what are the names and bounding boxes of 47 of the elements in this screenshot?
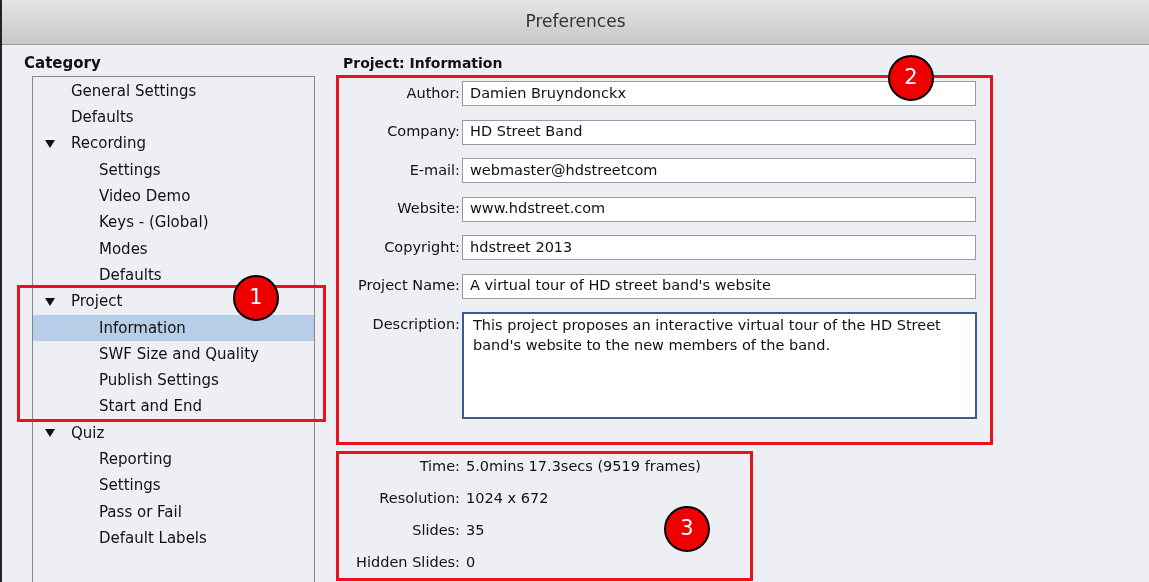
category-item[interactable]: Information xyxy=(33,314,314,341)
description-field[interactable]: This project proposes an interactive virtual tour of the HD Street band's website to the new members of the band. xyxy=(462,312,977,419)
text-field[interactable]: www.hdstreet.com xyxy=(462,196,976,222)
panel-heading: Project: Information xyxy=(343,54,503,73)
category-item[interactable]: Defaults xyxy=(33,104,138,131)
text-field[interactable]: A virtual tour of HD street band's website xyxy=(462,273,976,299)
text-field[interactable]: webmaster@hdstreetcom xyxy=(462,158,976,183)
info-value: 0 xyxy=(466,553,476,573)
text-field[interactable]: HD Street Band xyxy=(462,119,976,145)
category-item[interactable]: Modes xyxy=(33,235,152,263)
category-item[interactable]: Pass or Fail xyxy=(33,498,186,526)
field-label: Website: xyxy=(397,199,460,219)
info-value: 1024 x 672 xyxy=(466,489,549,509)
info-label: Hidden Slides: xyxy=(356,553,460,573)
expanded-triangle-icon[interactable] xyxy=(45,296,56,307)
window-title: Preferences xyxy=(525,10,626,34)
category-item[interactable]: SWF Size and Quality xyxy=(33,340,263,368)
info-label: Time: xyxy=(419,457,460,477)
callout-number: 3 xyxy=(664,506,710,552)
category-item[interactable]: Reporting xyxy=(33,446,176,473)
category-heading: Category xyxy=(24,53,101,74)
info-value: 5.0mins 17.3secs (9519 frames) xyxy=(466,457,701,477)
category-item[interactable]: Publish Settings xyxy=(33,367,223,394)
callout-number: 2 xyxy=(888,55,934,101)
category-item[interactable]: Quiz xyxy=(33,419,109,447)
category-item[interactable]: Settings xyxy=(33,156,165,184)
category-item[interactable]: General Settings xyxy=(33,78,201,105)
category-item[interactable]: Defaults xyxy=(33,262,166,289)
category-item[interactable]: Recording xyxy=(33,130,151,157)
category-item[interactable]: Video Demo xyxy=(33,183,195,210)
field-label: Description: xyxy=(372,315,460,334)
expanded-triangle-icon[interactable] xyxy=(45,138,56,149)
field-label: Copyright: xyxy=(384,237,460,257)
field-label: E-mail: xyxy=(409,160,460,180)
field-label: Author: xyxy=(406,83,460,103)
field-label: Project Name: xyxy=(358,276,460,296)
text-field[interactable]: hdstreet 2013 xyxy=(462,235,976,260)
category-item[interactable]: Default Labels xyxy=(33,525,211,552)
info-label: Slides: xyxy=(412,521,460,541)
info-label: Resolution: xyxy=(379,489,460,509)
category-item[interactable]: Keys - (Global) xyxy=(33,209,213,236)
category-item[interactable]: Project xyxy=(33,288,127,315)
info-value: 35 xyxy=(466,521,485,541)
category-item[interactable]: Start and End xyxy=(33,393,206,420)
category-item[interactable]: Settings xyxy=(33,472,165,499)
field-label: Company: xyxy=(387,122,460,142)
expanded-triangle-icon[interactable] xyxy=(45,428,56,438)
